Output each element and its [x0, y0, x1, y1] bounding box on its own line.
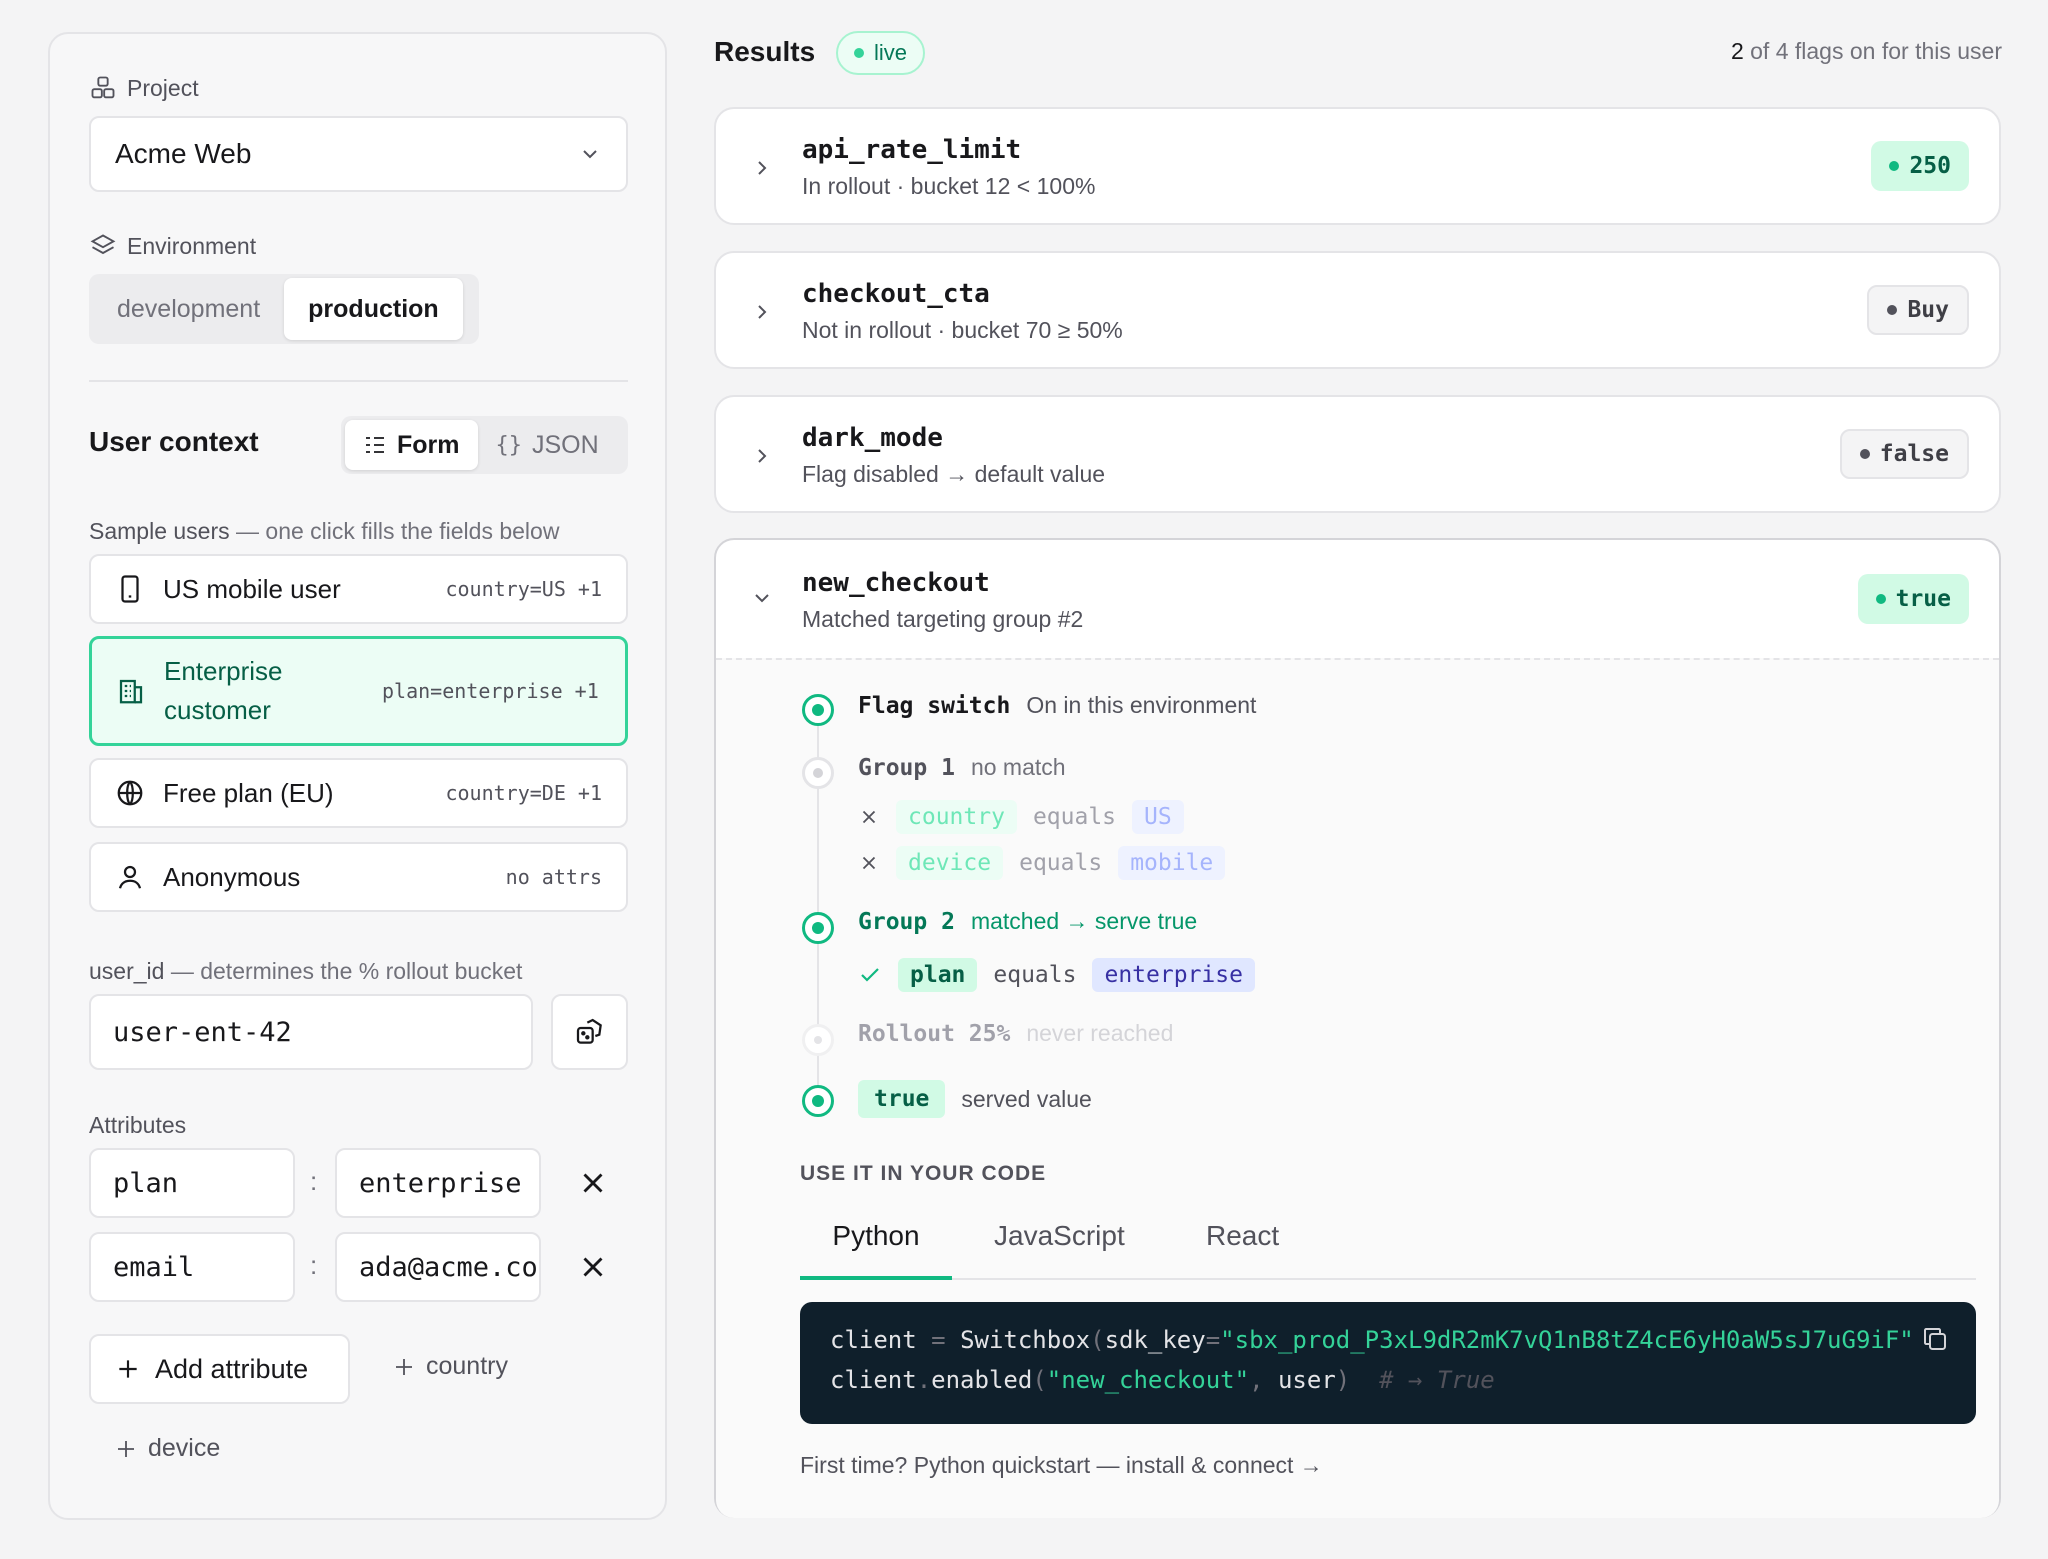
step-group2-node	[802, 912, 834, 944]
randomize-id-button[interactable]	[551, 994, 628, 1070]
tab-javascript[interactable]: JavaScript	[994, 1220, 1125, 1252]
quickstart-link[interactable]: First time? Python quickstart — install …	[800, 1452, 1323, 1479]
layers-icon	[90, 234, 116, 255]
chevron-right-icon	[758, 305, 767, 319]
flag-value-badge: 250	[1871, 141, 1969, 191]
code-line-1: client = Switchbox(sdk_key="sbx_prod_P3x…	[830, 1326, 1914, 1354]
step-switch: Flag switch On in this environment	[858, 692, 1257, 719]
condition-row: device equals mobile	[858, 846, 1226, 880]
environment-switch: development production	[89, 274, 479, 344]
flag-desc: Flag disabled → default value	[802, 461, 1106, 487]
chevron-down-icon	[583, 150, 597, 159]
code-line-2: client.enabled("new_checkout", user) # →…	[830, 1366, 1495, 1394]
sample-users-label: Sample users — one click fills the field…	[89, 518, 560, 544]
flag-value-badge: Buy	[1867, 285, 1969, 335]
mode-form-tab[interactable]: Form	[345, 420, 478, 470]
attr-value-input[interactable]: enterprise	[335, 1148, 541, 1218]
code-snippet: client = Switchbox(sdk_key="sbx_prod_P3x…	[800, 1302, 1976, 1424]
x-icon	[862, 856, 876, 870]
flags-summary: 2 of 4 flags on for this user	[1730, 38, 2002, 64]
suggest-device-chip[interactable]: device	[114, 1434, 220, 1463]
tab-python[interactable]: Python	[800, 1220, 952, 1280]
x-icon	[862, 810, 876, 824]
project-select-value: Acme Web	[115, 138, 252, 169]
attr-separator: :	[310, 1250, 318, 1280]
condition-row: plan equals enterprise	[858, 958, 1255, 992]
sample-user-us-mobile[interactable]: US mobile user country=US +1	[89, 554, 628, 624]
flag-row-dark-mode[interactable]: dark_mode Flag disabled → default value …	[714, 395, 2001, 513]
step-switch-node	[802, 694, 834, 726]
add-attribute-button[interactable]: Add attribute	[89, 1334, 350, 1404]
flag-key: api_rate_limit	[802, 135, 1022, 165]
env-development[interactable]: development	[93, 278, 284, 340]
flag-row-checkout-cta[interactable]: checkout_cta Not in rollout · bucket 70 …	[714, 251, 2001, 369]
user-icon	[118, 865, 142, 889]
plus-icon	[119, 1360, 137, 1378]
attr-key-input[interactable]: plan	[89, 1148, 295, 1218]
divider	[89, 380, 628, 382]
condition-row: country equals US	[858, 800, 1184, 834]
user-context-title: User context	[89, 426, 259, 457]
flag-desc: In rollout · bucket 12 < 100%	[802, 173, 1096, 199]
plus-icon	[118, 1440, 134, 1457]
project-label: Project	[89, 74, 199, 102]
building-icon	[119, 679, 143, 704]
code-tabs: Python JavaScript React	[800, 1220, 1976, 1280]
chevron-down-icon	[755, 594, 769, 603]
user-id-input[interactable]: user-ent-42	[89, 994, 533, 1070]
suggest-country-chip[interactable]: country	[392, 1352, 508, 1381]
attr-value-input[interactable]: ada@acme.co	[335, 1232, 541, 1302]
live-dot	[854, 48, 864, 58]
sample-user-anonymous[interactable]: Anonymous no attrs	[89, 842, 628, 912]
attr-key-input[interactable]: email	[89, 1232, 295, 1302]
step-served: true served value	[858, 1080, 1092, 1118]
flag-desc: Not in rollout · bucket 70 ≥ 50%	[802, 317, 1123, 343]
step-rollout: Rollout 25% never reached	[858, 1020, 1174, 1047]
remove-attribute-icon[interactable]	[576, 1250, 610, 1284]
attributes-label: Attributes	[89, 1112, 187, 1138]
step-group1: Group 1 no match	[858, 754, 1066, 781]
tab-react[interactable]: React	[1206, 1220, 1279, 1252]
flag-key: dark_mode	[802, 423, 943, 453]
config-panel: Project Acme Web Environment development…	[48, 32, 667, 1520]
flag-key: new_checkout	[802, 568, 990, 598]
environment-label: Environment	[89, 232, 256, 260]
chevron-right-icon	[758, 161, 767, 175]
mode-toggle: Form {} JSON	[341, 416, 628, 474]
plus-icon	[396, 1358, 412, 1375]
dice-icon	[576, 1018, 602, 1044]
check-icon	[861, 968, 879, 982]
step-group2: Group 2 matched → serve true	[858, 908, 1198, 935]
globe-icon	[117, 780, 143, 806]
step-group1-node	[802, 757, 834, 789]
braces-icon: {}	[495, 432, 523, 458]
step-served-node	[802, 1085, 834, 1117]
code-heading: USE IT IN YOUR CODE	[800, 1162, 1047, 1185]
live-badge: live	[836, 31, 926, 75]
flag-value-badge: true	[1857, 574, 1969, 624]
sample-user-enterprise[interactable]: Enterprise customer plan=enterprise +1	[89, 636, 628, 746]
flag-key: checkout_cta	[802, 279, 990, 309]
user-id-label: user_id — determines the % rollout bucke…	[89, 958, 523, 984]
flag-desc: Matched targeting group #2	[802, 606, 1084, 632]
flag-row-api-rate-limit[interactable]: api_rate_limit In rollout · bucket 12 < …	[714, 107, 2001, 225]
step-rollout-node	[802, 1024, 834, 1056]
attr-separator: :	[310, 1166, 318, 1196]
list-icon	[366, 437, 384, 453]
mode-json-tab[interactable]: {} JSON	[478, 420, 617, 470]
env-production[interactable]: production	[284, 278, 463, 340]
chevron-right-icon	[758, 449, 767, 463]
project-select[interactable]: Acme Web	[89, 116, 628, 192]
remove-attribute-icon[interactable]	[576, 1166, 610, 1200]
sample-user-free-eu[interactable]: Free plan (EU) country=DE +1	[89, 758, 628, 828]
flag-value-badge: false	[1839, 429, 1969, 479]
copy-icon[interactable]	[1920, 1324, 1950, 1354]
phone-icon	[121, 575, 139, 603]
results-title: Results	[714, 36, 816, 67]
project-icon	[91, 76, 115, 99]
